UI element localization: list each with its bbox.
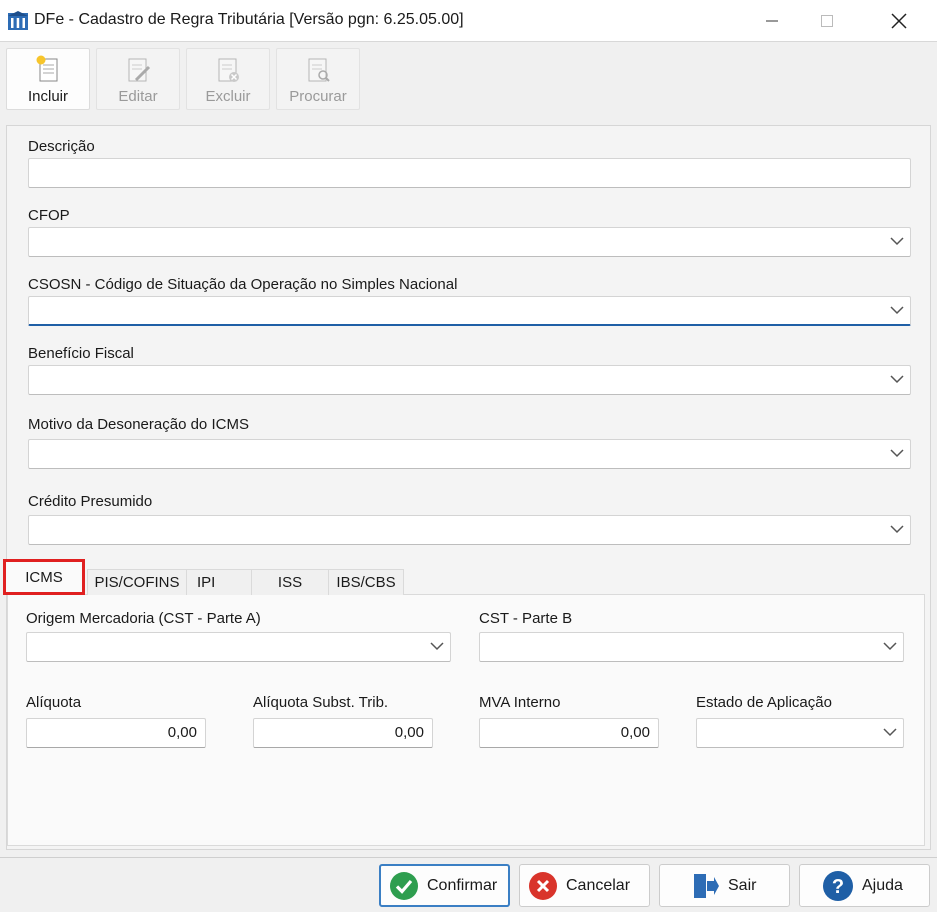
sair-button[interactable]: Sair	[659, 864, 790, 907]
title-bar: DFe - Cadastro de Regra Tributária [Vers…	[0, 0, 937, 42]
new-document-icon	[36, 55, 58, 82]
sair-label: Sair	[728, 876, 757, 894]
confirmar-button[interactable]: Confirmar	[379, 864, 510, 907]
tab-ibs-cbs[interactable]: IBS/CBS	[328, 569, 404, 595]
tax-tabs: Origem Mercadoria (CST - Parte A) CST - …	[3, 559, 930, 849]
procurar-label: Procurar	[289, 88, 347, 105]
cst-b-select[interactable]	[479, 632, 904, 662]
aliquota-label: Alíquota	[26, 694, 82, 711]
chevron-down-icon	[890, 237, 904, 246]
close-icon	[891, 13, 907, 29]
origem-label: Origem Mercadoria (CST - Parte A)	[26, 610, 261, 627]
toolbar: Incluir Editar Excluir Procurar	[0, 42, 937, 117]
svg-text:?: ?	[832, 876, 844, 898]
aliquota-st-label: Alíquota Subst. Trib.	[253, 694, 389, 711]
excluir-button[interactable]: Excluir	[186, 48, 270, 110]
chevron-down-icon	[890, 525, 904, 534]
search-document-icon	[308, 58, 330, 82]
help-circle-icon: ?	[823, 870, 853, 901]
tab-panel-icms: Origem Mercadoria (CST - Parte A) CST - …	[7, 594, 925, 846]
cancelar-label: Cancelar	[566, 876, 631, 894]
cancelar-button[interactable]: Cancelar	[519, 864, 650, 907]
cfop-label: CFOP	[28, 207, 70, 224]
motivo-label: Motivo da Desoneração do ICMS	[28, 416, 249, 433]
confirmar-label: Confirmar	[427, 876, 498, 894]
chevron-down-icon	[890, 375, 904, 384]
edit-document-icon	[128, 58, 151, 82]
beneficio-label: Benefício Fiscal	[28, 345, 134, 362]
aliquota-input[interactable]: 0,00	[26, 718, 206, 748]
chevron-down-icon	[430, 642, 444, 651]
maximize-button[interactable]	[797, 0, 857, 42]
ajuda-label: Ajuda	[862, 876, 903, 894]
mva-input[interactable]: 0,00	[479, 718, 659, 748]
window-title: DFe - Cadastro de Regra Tributária [Vers…	[34, 11, 464, 28]
csosn-label: CSOSN - Código de Situação da Operação n…	[28, 276, 458, 293]
cancel-circle-icon	[529, 871, 557, 900]
form-panel: Descrição CFOP CSOSN - Código de Situaçã…	[3, 125, 931, 850]
descricao-input[interactable]	[28, 158, 911, 188]
building-icon	[8, 11, 28, 30]
motivo-select[interactable]	[28, 439, 911, 469]
close-button[interactable]	[869, 0, 929, 42]
delete-document-icon	[218, 58, 239, 82]
chevron-down-icon	[890, 306, 904, 315]
editar-label: Editar	[118, 88, 158, 105]
credito-label: Crédito Presumido	[28, 493, 153, 510]
tab-strip: PIS/COFINS IPI ISS IBS/CBS ICMS	[3, 559, 930, 595]
mva-label: MVA Interno	[479, 694, 561, 711]
aliquota-st-input[interactable]: 0,00	[253, 718, 433, 748]
action-bar: Confirmar Cancelar Sair ? Ajuda	[0, 857, 937, 912]
csosn-select[interactable]	[28, 296, 911, 326]
incluir-label: Incluir	[27, 88, 68, 105]
estado-label: Estado de Aplicação	[696, 694, 832, 711]
chevron-down-icon	[883, 728, 897, 737]
excluir-label: Excluir	[205, 88, 251, 105]
chevron-down-icon	[883, 642, 897, 651]
editar-button[interactable]: Editar	[96, 48, 180, 110]
exit-door-icon	[694, 873, 719, 898]
minimize-button[interactable]	[742, 0, 802, 42]
procurar-button[interactable]: Procurar	[276, 48, 360, 110]
cfop-select[interactable]	[28, 227, 911, 257]
chevron-down-icon	[890, 449, 904, 458]
tab-iss[interactable]: ISS	[251, 569, 329, 595]
cst-b-label: CST - Parte B	[479, 610, 573, 627]
maximize-icon	[821, 15, 833, 27]
ajuda-button[interactable]: ? Ajuda	[799, 864, 930, 907]
beneficio-select[interactable]	[28, 365, 911, 395]
incluir-button[interactable]: Incluir	[6, 48, 90, 110]
origem-select[interactable]	[26, 632, 451, 662]
estado-select[interactable]	[696, 718, 904, 748]
tab-icms[interactable]: ICMS	[3, 559, 85, 595]
minimize-icon	[766, 20, 778, 22]
tab-pis-cofins[interactable]: PIS/COFINS	[87, 569, 187, 595]
check-circle-icon	[390, 871, 418, 900]
tab-ipi[interactable]: IPI	[186, 569, 252, 595]
descricao-label: Descrição	[28, 138, 95, 155]
credito-select[interactable]	[28, 515, 911, 545]
